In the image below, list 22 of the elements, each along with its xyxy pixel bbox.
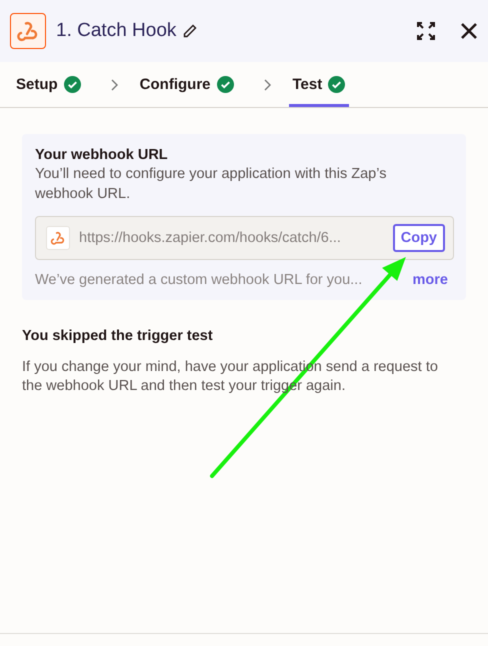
more-link[interactable]: more xyxy=(412,272,454,288)
step-tab[interactable]: Setup xyxy=(12,62,85,107)
chevron-icon xyxy=(110,78,118,90)
section-title: Your webhook URL xyxy=(35,147,169,163)
step-tab[interactable]: Test xyxy=(288,62,350,107)
description: You’ll need to configure your application with this Zap’s webhook URL. xyxy=(35,165,388,204)
check-icon xyxy=(216,76,234,93)
note-text: We’ve generated a custom webhook URL for you... xyxy=(35,272,362,288)
url-field[interactable]: https://hooks.zapier.com/hooks/catch/6... Copy xyxy=(35,216,454,260)
webhook-icon xyxy=(16,19,40,43)
step-tab[interactable]: Configure xyxy=(136,62,238,107)
step-title: 1. Catch Hook xyxy=(56,20,176,42)
check-icon xyxy=(328,76,346,93)
chevron-icon xyxy=(264,78,270,90)
section-title: You skipped the trigger test xyxy=(22,328,214,344)
check-icon xyxy=(64,76,81,93)
expand-button[interactable] xyxy=(416,21,436,41)
edit-button[interactable] xyxy=(182,23,198,39)
copy-button[interactable]: Copy xyxy=(392,224,445,252)
webhook-icon xyxy=(50,230,66,246)
close-button[interactable] xyxy=(460,22,478,40)
url-text: https://hooks.zapier.com/hooks/catch/6... xyxy=(79,230,342,246)
